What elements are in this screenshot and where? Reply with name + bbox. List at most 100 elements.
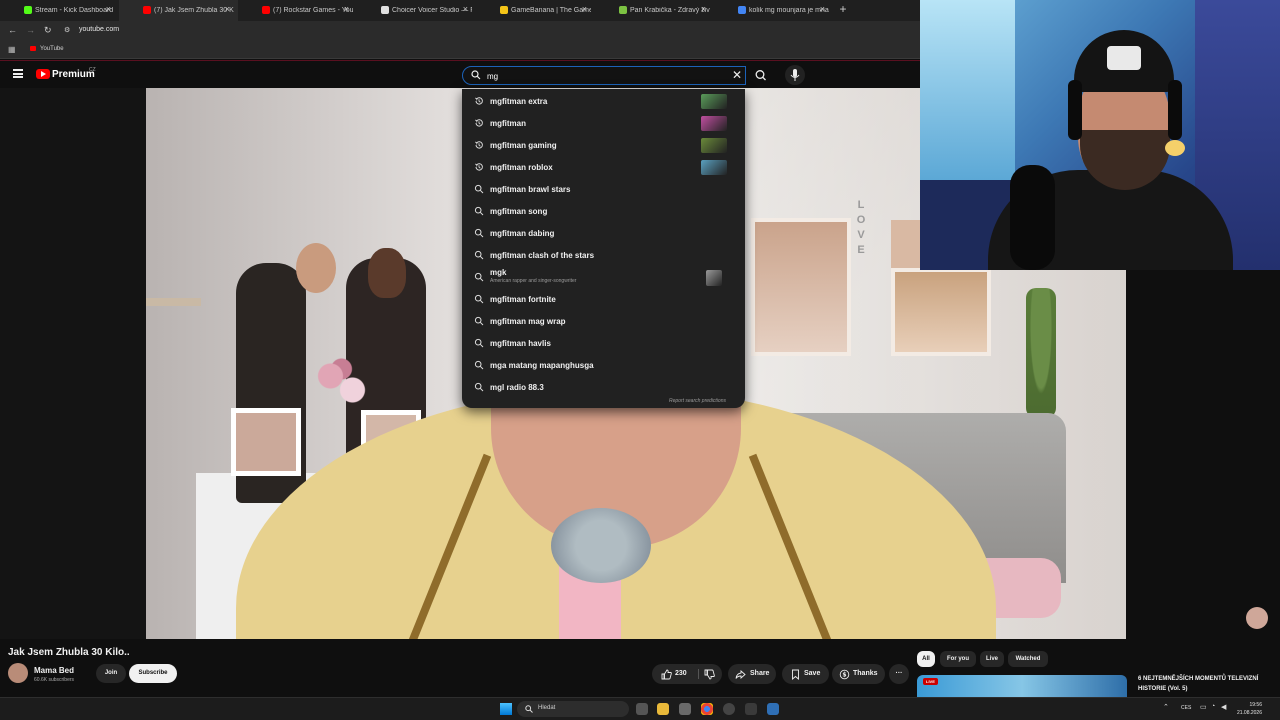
suggestion-text: mgfitman brawl stars bbox=[490, 185, 571, 194]
new-tab-button[interactable]: + bbox=[833, 0, 853, 21]
input-language[interactable]: CES bbox=[1181, 705, 1191, 711]
search-box[interactable]: mg ✕ bbox=[462, 66, 746, 85]
tab-favicon-icon bbox=[381, 6, 389, 14]
task-view-icon[interactable] bbox=[636, 703, 648, 715]
suggestion-item[interactable]: mgk American rapper and singer-songwriter bbox=[462, 266, 745, 288]
obs-icon[interactable] bbox=[723, 703, 735, 715]
webcam-cap-logo bbox=[1107, 46, 1141, 70]
suggestion-subtext: American rapper and singer-songwriter bbox=[490, 278, 577, 284]
suggestion-item[interactable]: mgfitman dabing bbox=[462, 222, 745, 244]
suggestion-item[interactable]: mgfitman clash of the stars bbox=[462, 244, 745, 266]
suggestion-text: mgl radio 88.3 bbox=[490, 383, 544, 392]
video-scene-microphone bbox=[551, 508, 651, 583]
dislike-icon[interactable] bbox=[704, 669, 715, 680]
tray-chevron-icon[interactable]: ⌃ bbox=[1163, 703, 1169, 711]
search-icon bbox=[471, 70, 481, 80]
url-field[interactable]: youtube.com bbox=[79, 26, 119, 33]
reload-icon[interactable]: ↻ bbox=[44, 25, 52, 36]
chip-for-you[interactable]: For you bbox=[940, 651, 976, 667]
thanks-label: Thanks bbox=[853, 670, 878, 677]
miniplayer-avatar[interactable] bbox=[1246, 607, 1268, 629]
suggestion-item[interactable]: mgfitman gaming bbox=[462, 134, 745, 156]
suggestion-text: mgfitman song bbox=[490, 207, 548, 216]
suggestion-item[interactable]: mgfitman roblox bbox=[462, 156, 745, 178]
suggestion-item[interactable]: mgfitman brawl stars bbox=[462, 178, 745, 200]
bookmark-youtube[interactable]: YouTube bbox=[30, 46, 64, 52]
tab-favicon-icon bbox=[500, 6, 508, 14]
suggestion-item[interactable]: mgl radio 88.3 bbox=[462, 376, 745, 398]
clear-search-icon[interactable]: ✕ bbox=[732, 68, 742, 82]
suggestion-item[interactable]: mgfitman song bbox=[462, 200, 745, 222]
search-icon bbox=[474, 206, 484, 216]
chip-all[interactable]: All bbox=[917, 651, 935, 667]
save-button[interactable]: Save bbox=[782, 664, 829, 684]
suggestion-item[interactable]: mgfitman extra bbox=[462, 90, 745, 112]
webcam-overlay bbox=[920, 0, 1280, 270]
suggestion-text: mgfitman havlis bbox=[490, 339, 551, 348]
suggestion-text: mgfitman fortnite bbox=[490, 295, 556, 304]
suggestion-item[interactable]: mga matang mapanghusga bbox=[462, 354, 745, 376]
like-count[interactable]: 230 bbox=[675, 664, 687, 684]
app-icon[interactable] bbox=[745, 703, 757, 715]
voice-search-button[interactable] bbox=[785, 65, 805, 85]
network-icon[interactable]: ▭ bbox=[1200, 703, 1207, 711]
search-icon bbox=[474, 228, 484, 238]
tab-close-icon[interactable]: × bbox=[106, 4, 111, 14]
clock[interactable]: 19:56 21.08.2026 bbox=[1236, 701, 1262, 717]
volume-icon[interactable]: ◀ bbox=[1221, 703, 1226, 711]
channel-avatar[interactable] bbox=[8, 663, 28, 683]
browser-tab[interactable]: Choicer Voicer Studio — Free C× bbox=[357, 0, 476, 21]
suggestion-item[interactable]: mgfitman fortnite bbox=[462, 288, 745, 310]
suggestion-item[interactable]: mgfitman havlis bbox=[462, 332, 745, 354]
suggestion-item[interactable]: mgfitman mag wrap bbox=[462, 310, 745, 332]
address-bar-row: ← → ↻ ⚙ youtube.com bbox=[0, 21, 920, 41]
tab-close-icon[interactable]: × bbox=[463, 4, 468, 14]
forward-icon[interactable]: → bbox=[26, 25, 35, 35]
subscribe-button[interactable]: Subscribe bbox=[129, 664, 177, 683]
history-icon bbox=[475, 141, 483, 149]
browser-tab[interactable]: GameBanana | The Game Mods× bbox=[476, 0, 595, 21]
apps-grid-icon[interactable]: ▦ bbox=[8, 45, 16, 54]
suggestion-item[interactable]: mgfitman bbox=[462, 112, 745, 134]
search-button[interactable] bbox=[748, 66, 776, 85]
browser-tab[interactable]: Pan Krabička - Zdravý životní st× bbox=[595, 0, 714, 21]
bookmark-icon bbox=[792, 669, 799, 680]
chrome-icon[interactable] bbox=[701, 703, 713, 715]
back-icon[interactable]: ← bbox=[8, 25, 17, 35]
suggestion-text: mgfitman clash of the stars bbox=[490, 251, 595, 260]
clock-date: 21.08.2026 bbox=[1236, 710, 1262, 716]
youtube-logo-icon[interactable] bbox=[36, 69, 50, 79]
share-button[interactable]: Share bbox=[728, 664, 776, 684]
tab-close-icon[interactable]: × bbox=[225, 4, 230, 14]
browser-tab[interactable]: (7) Jak Jsem Zhubla 30 Kilo.. - YouTube× bbox=[119, 0, 238, 21]
chip-watched[interactable]: Watched bbox=[1008, 651, 1048, 667]
live-badge: LIVE bbox=[923, 678, 938, 685]
browser-tab[interactable]: (7) Rockstar Games - YouTube× bbox=[238, 0, 357, 21]
browser-tab[interactable]: Stream - Kick Dashboard × bbox=[0, 0, 119, 21]
like-icon[interactable] bbox=[661, 669, 672, 680]
tab-close-icon[interactable]: × bbox=[820, 4, 825, 14]
report-predictions-link[interactable]: Report search predictions bbox=[669, 398, 726, 404]
chip-live[interactable]: Live bbox=[980, 651, 1004, 667]
search-input[interactable]: mg bbox=[487, 72, 498, 81]
windows-start-icon[interactable] bbox=[500, 703, 512, 715]
wifi-icon[interactable]: ◔ bbox=[1211, 703, 1215, 710]
more-actions-button[interactable]: ··· bbox=[889, 664, 909, 684]
join-button[interactable]: Join bbox=[96, 664, 126, 683]
tab-close-icon[interactable]: × bbox=[344, 4, 349, 14]
channel-name[interactable]: Mama Bed bbox=[34, 666, 74, 675]
recommended-video-title[interactable]: 6 NEJTEMNĚJŠÍCH MOMENTŮ TELEVIZNÍ HISTOR… bbox=[1138, 674, 1268, 694]
store-icon[interactable] bbox=[679, 703, 691, 715]
thanks-button[interactable]: $ Thanks bbox=[832, 664, 885, 684]
tab-close-icon[interactable]: × bbox=[701, 4, 706, 14]
webcam-headphone-right bbox=[1168, 80, 1182, 140]
divider bbox=[698, 669, 699, 679]
menu-icon[interactable] bbox=[13, 69, 23, 78]
browser-tab[interactable]: kolik mg mounjara je mnax - Go× bbox=[714, 0, 833, 21]
file-explorer-icon[interactable] bbox=[657, 703, 669, 715]
tab-close-icon[interactable]: × bbox=[582, 4, 587, 14]
taskbar-search[interactable]: Hledat bbox=[517, 701, 629, 717]
search-icon bbox=[474, 338, 484, 348]
calculator-icon[interactable] bbox=[767, 703, 779, 715]
site-info-icon[interactable]: ⚙ bbox=[64, 26, 70, 34]
